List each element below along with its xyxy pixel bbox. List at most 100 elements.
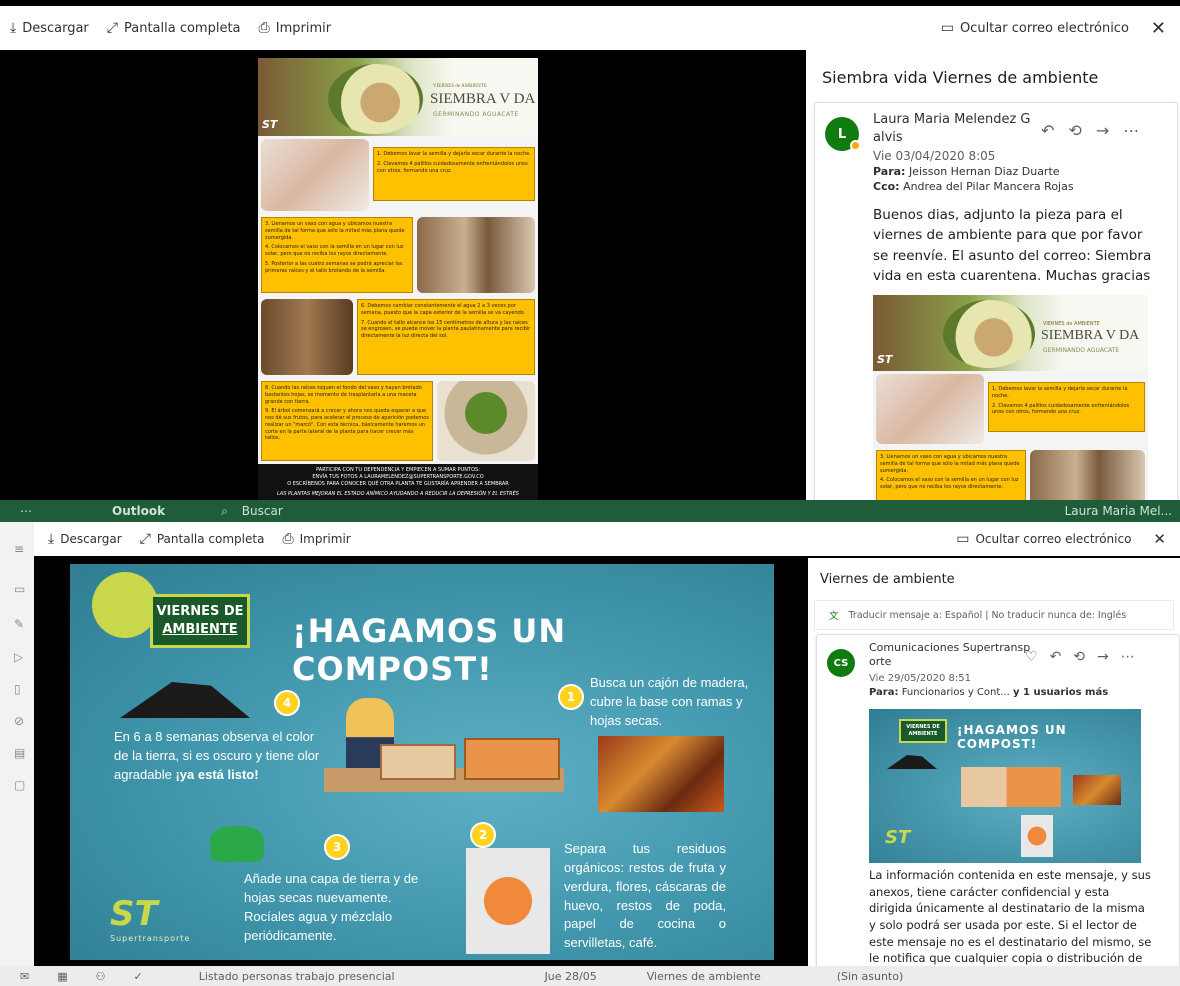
people-icon[interactable]: ⚇ [96, 970, 106, 983]
outlook-app-name[interactable]: Outlook [112, 504, 165, 518]
poster-steps-8-9: 8. Cuando las raíces toquen el fondo del… [261, 381, 433, 461]
message-to-2: Para: Funcionarios y Cont... y 1 usuario… [869, 687, 1108, 698]
translate-icon: 文 [829, 611, 839, 622]
inline-header-small: VIERNES de AMBIENTE [1043, 321, 1100, 327]
slide-badge: VIERNES DE AMBIENTE [150, 594, 250, 648]
step-3-badge: 3 [324, 834, 350, 860]
translate-bar: 文 Traducir mensaje a: Español | No tradu… [814, 600, 1174, 630]
compost-scene [324, 694, 574, 804]
inline-compost-preview[interactable]: VIERNES DE AMBIENTE ¡HAGAMOS UN COMPOST!… [869, 709, 1141, 863]
step-3-number: 3 [332, 840, 342, 854]
reply-all-icon[interactable]: ⟲ [1068, 121, 1081, 140]
hide-email-button-2[interactable]: ▭ Ocultar correo electrónico [956, 531, 1131, 547]
inline-steps-3-4: 3. Llenamos un vaso con agua y ubicamos … [876, 450, 1026, 500]
poster-step-6: 6. Debemos cambiar constantemente el agu… [361, 303, 526, 316]
poster-steps-1-2: 1. Debemos lavar la semilla y dejarla se… [373, 147, 535, 201]
inline-glass-photo [1030, 450, 1145, 500]
avatar-initial: L [837, 126, 847, 142]
poster-footer-3: O ESCRÍBENOS PARA CONOCER QUÉ OTRA PLANT… [287, 481, 509, 487]
inbox-icon[interactable]: ▭ [14, 582, 25, 596]
sender-name[interactable]: Laura Maria Melendez G alvis [873, 111, 1030, 147]
inline-poster-preview[interactable]: VIERNES de AMBIENTE SIEMBRA V DA GERMINA… [873, 295, 1148, 500]
step-1-badge: 1 [558, 684, 584, 710]
compost-slide: VIERNES DE AMBIENTE ¡HAGAMOS UN COMPOST!… [70, 564, 774, 960]
print-label-2: Imprimir [299, 532, 351, 546]
message-date: Vie 03/04/2020 8:05 [873, 149, 996, 163]
search-icon[interactable]: ⌕ [221, 504, 228, 519]
download-button[interactable]: ⤓ Descargar [10, 20, 89, 36]
message-actions: ↶ ⟲ → ⋯ [1041, 121, 1139, 140]
mail-icon[interactable]: ✉ [20, 970, 29, 983]
sender-avatar-2[interactable]: CS [827, 649, 855, 677]
inline-slide-logo: ST [885, 827, 911, 848]
search-box[interactable]: Buscar [242, 504, 283, 518]
drafts-icon[interactable]: ✎ [14, 617, 24, 631]
bottom-list-date: Jue 28/05 [544, 969, 597, 983]
close-icon[interactable]: ✕ [1153, 530, 1166, 548]
fullscreen-button-2[interactable]: ⤢ Pantalla completa [140, 531, 265, 547]
sender-name-2[interactable]: Comunicaciones Supertransp orte [869, 641, 1030, 670]
sent-icon[interactable]: ▷ [14, 650, 23, 664]
step-2-number: 2 [478, 828, 488, 842]
translate-text[interactable]: Traducir mensaje a: Español | No traduci… [849, 610, 1127, 621]
download-icon: ⤓ [48, 531, 55, 547]
message-to: Para: Jeisson Hernan Diaz Duarte [873, 165, 1060, 178]
calendar-icon[interactable]: ▦ [57, 970, 67, 983]
more-options-icon[interactable]: ⋯ [1123, 121, 1139, 140]
reply-icon[interactable]: ↶ [1050, 649, 1062, 665]
top-email-subject: Siembra vida Viernes de ambiente [822, 68, 1099, 87]
avocado-poster: VIERNES de AMBIENTE SIEMBRA V DA GERMINA… [258, 58, 538, 500]
reply-all-icon[interactable]: ⟲ [1073, 649, 1085, 665]
waste-bag-photo [466, 848, 550, 954]
inline-steps-1-2: 1. Debemos lavar la semilla y dejarla se… [988, 382, 1145, 432]
more-options-icon[interactable]: ⋯ [1121, 649, 1135, 665]
forward-icon[interactable]: → [1096, 121, 1109, 140]
inline-step-1: 1. Debemos lavar la semilla y dejarla se… [992, 386, 1128, 399]
bottom-subject-tab[interactable]: (Sin asunto) [837, 970, 904, 983]
print-button-2[interactable]: ⎙ Imprimir [282, 531, 350, 547]
close-icon[interactable]: ✕ [1151, 18, 1166, 39]
inline-poster-header: VIERNES de AMBIENTE SIEMBRA V DA GERMINA… [873, 295, 1148, 371]
sender-name-line1: Laura Maria Melendez G [873, 112, 1031, 127]
bottom-compose-tab[interactable]: Viernes de ambiente [647, 970, 761, 983]
bottom-toolbar: ⤓ Descargar ⤢ Pantalla completa ⎙ Imprim… [34, 522, 1180, 556]
like-icon[interactable]: ♡ [1025, 649, 1038, 665]
reply-icon[interactable]: ↶ [1041, 121, 1054, 140]
poster-step-2: 2. Clavamos 4 palillos cuidadosamente en… [377, 160, 528, 174]
poster-step-9: 9. El árbol comenzará a crecer y ahora n… [265, 408, 429, 442]
to-recipient[interactable]: Jeisson Hernan Diaz Duarte [909, 165, 1060, 178]
app-launcher-icon[interactable]: ⋯ [20, 504, 32, 518]
avocado-image [328, 64, 423, 134]
top-toolbar: ⤓ Descargar ⤢ Pantalla completa ⎙ Imprim… [0, 6, 1180, 50]
message-body: Buenos dias, adjunto la pieza para el vi… [873, 207, 1152, 284]
to-label-2: Para: [869, 687, 899, 698]
forward-icon[interactable]: → [1097, 649, 1109, 665]
compost-box-empty [380, 744, 456, 780]
step-2-text: Separa tus residuos orgánicos: restos de… [564, 841, 726, 951]
user-name[interactable]: Laura Maria Mel... [1065, 504, 1172, 518]
to-label: Para: [873, 165, 906, 178]
fullscreen-button[interactable]: ⤢ Pantalla completa [107, 20, 241, 36]
bottom-reading-pane: Viernes de ambiente 文 Traducir mensaje a… [808, 558, 1180, 966]
slide-logo-sub: Supertransporte [110, 934, 191, 943]
cc-recipient[interactable]: Andrea del Pilar Mancera Rojas [903, 180, 1074, 193]
archive-icon[interactable]: ▤ [14, 746, 25, 760]
bottom-list-item[interactable]: Listado personas trabajo presencial [199, 970, 395, 983]
step-4-badge: 4 [274, 690, 300, 716]
to-more-2[interactable]: y 1 usuarios más [1013, 687, 1108, 698]
todo-icon[interactable]: ✓ [134, 970, 143, 983]
inline-logo: ST [877, 353, 893, 366]
junk-icon[interactable]: ⊘ [14, 714, 24, 728]
to-recipient-2[interactable]: Funcionarios y Cont... [902, 687, 1010, 698]
badge-line-1: VIERNES DE [156, 604, 244, 619]
download-button-2[interactable]: ⤓ Descargar [48, 531, 122, 547]
hide-email-button[interactable]: ▭ Ocultar correo electrónico [941, 20, 1129, 36]
notes-icon[interactable]: ▢ [14, 778, 25, 792]
top-reading-pane: Siembra vida Viernes de ambiente L Laura… [806, 50, 1180, 500]
delete-icon[interactable]: ▯ [14, 682, 21, 696]
poster-logo: ST [262, 118, 278, 131]
poster-header-sub: GERMINANDO AGUACATE [433, 111, 519, 118]
inline-soil [887, 755, 937, 769]
menu-icon[interactable]: ≡ [14, 542, 24, 556]
print-button[interactable]: ⎙ Imprimir [259, 20, 332, 36]
